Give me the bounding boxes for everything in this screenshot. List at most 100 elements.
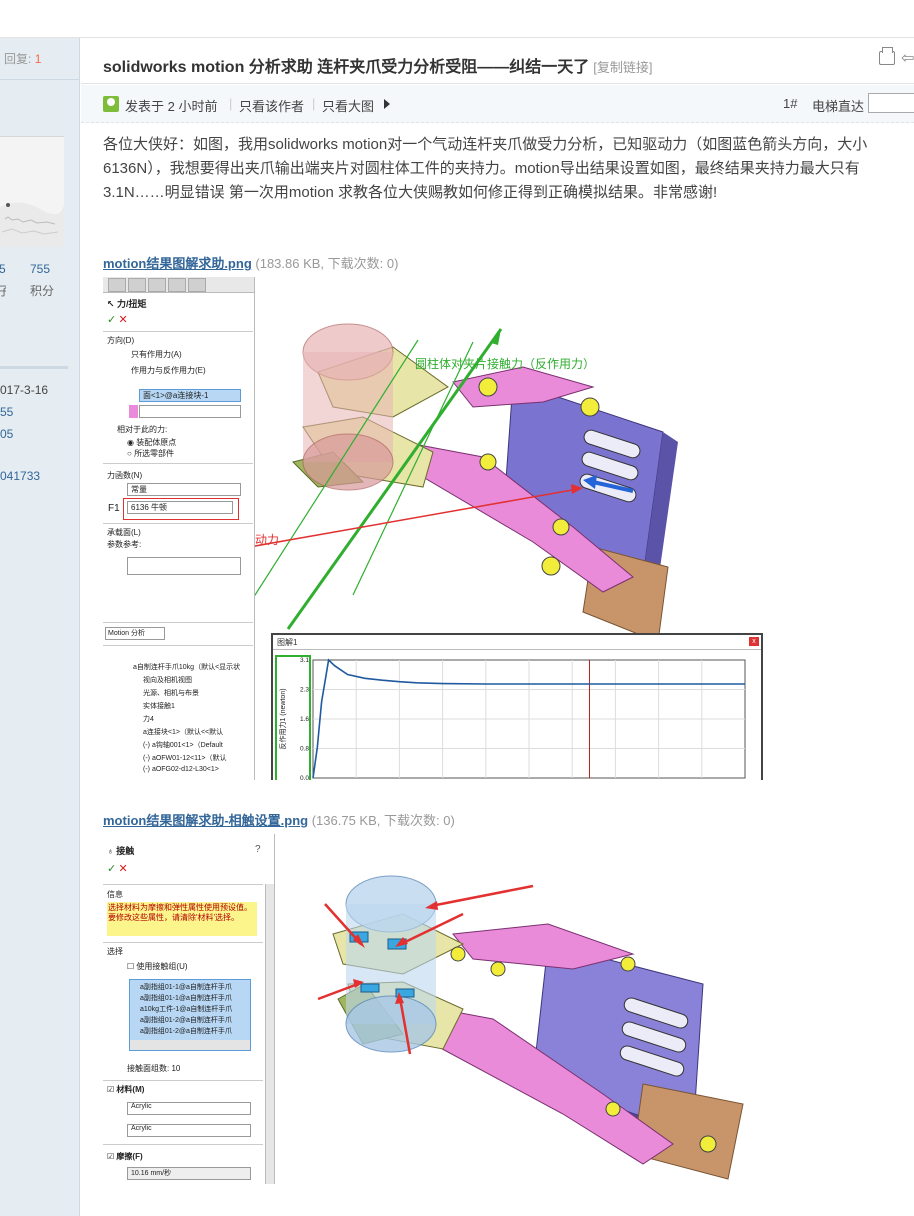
- print-icon[interactable]: [879, 47, 895, 65]
- info-label: 信息: [107, 890, 123, 899]
- stat-points-value[interactable]: 755: [30, 262, 50, 276]
- top-bar: [0, 0, 914, 38]
- material-select-1[interactable]: Acrylic: [127, 1102, 251, 1115]
- friction-label[interactable]: ☑ 摩擦(F): [107, 1151, 143, 1162]
- contact-force-annotation: 圆柱体对夹片接触力（反作用力）: [415, 357, 596, 371]
- online-status-icon: [103, 96, 119, 112]
- attachment-link-2[interactable]: motion结果图解求助-相触设置.png: [103, 813, 308, 828]
- only-big-image-link[interactable]: 只看大图: [322, 96, 374, 115]
- contact-property-panel: ♁ 接触 ? ✓ ✕ 信息 选择材料为摩擦和弹性属性使用预设值。要修改这些属性，…: [103, 834, 275, 1184]
- reply-number: 1: [34, 52, 42, 66]
- tab-display[interactable]: [188, 278, 206, 292]
- page-title: solidworks motion 分析求助 连杆夹爪受力分析受阻——纠结一天了…: [103, 53, 652, 77]
- help-icon[interactable]: ?: [255, 844, 261, 855]
- tree-item[interactable]: (-) a钩轴001<1>（Default: [143, 740, 223, 750]
- force-chart: 0.00 0.50 1.00 1.50 2.00 2.50 3.00 3.50 4.00 4.50…: [278, 657, 746, 780]
- graph-title: 图解1: [277, 638, 298, 647]
- contact-group-checkbox[interactable]: ☐ 使用接触组(U): [127, 961, 188, 972]
- cancel-icon[interactable]: ✕: [118, 863, 127, 875]
- motion-study-select[interactable]: Motion 分析: [105, 627, 165, 640]
- cancel-icon[interactable]: ✕: [118, 314, 127, 326]
- select-label: 选择: [107, 947, 123, 956]
- back-icon[interactable]: ⇦: [901, 48, 914, 68]
- graph-window[interactable]: 图解1 x 0.00 0.50 1.00 1.50 2.00 2.50 3.00 3.50 4.…: [271, 633, 763, 780]
- list-item[interactable]: a副指组01-1@a自制连杆手爪: [140, 993, 232, 1003]
- copy-link[interactable]: [复制链接]: [593, 60, 652, 75]
- ok-icon[interactable]: ✓: [107, 314, 116, 326]
- tree-item[interactable]: 光源、相机与布景: [143, 688, 199, 698]
- close-icon[interactable]: x: [749, 637, 759, 646]
- param-ref-box[interactable]: [127, 557, 241, 575]
- divider: [103, 645, 253, 646]
- list-item[interactable]: a10kg工件-1@a自制连杆手爪: [140, 1004, 232, 1014]
- divider: [103, 331, 253, 332]
- panel-scrollbar[interactable]: [265, 884, 274, 1184]
- force-function-label: 力函数(N): [107, 471, 143, 480]
- material-label[interactable]: ☑ 材料(M): [107, 1084, 144, 1095]
- only-author-link[interactable]: 只看该作者: [239, 96, 304, 115]
- second-selection-box[interactable]: [139, 405, 241, 418]
- register-date: 017-3-16: [0, 383, 49, 397]
- divider: [103, 1080, 263, 1081]
- radio-assembly[interactable]: ◉ 装配体原点: [127, 437, 176, 448]
- reply-label: 回复:: [4, 52, 32, 66]
- attachment-meta-1: (183.86 KB, 下载次数: 0): [255, 256, 399, 271]
- title-row: solidworks motion 分析求助 连杆夹爪受力分析受阻——纠结一天了…: [81, 38, 914, 84]
- attachment-image-2[interactable]: ♁ 接触 ? ✓ ✕ 信息 选择材料为摩擦和弹性属性使用预设值。要修改这些属性，…: [103, 834, 766, 1184]
- action-only-option[interactable]: 只有作用力(A): [131, 349, 182, 360]
- direction-label: 方向(D): [107, 336, 135, 345]
- attachment-image-1[interactable]: 圆柱体对夹片接触力（反作用力） 驱动力 ↖ 力/扭矩 ✓ ✕ 方向(D) 只有作…: [103, 277, 766, 780]
- attachment-meta-2: (136.75 KB, 下载次数: 0): [311, 813, 455, 828]
- post-time: 发表于 2 小时前: [125, 99, 218, 114]
- face-selection-box[interactable]: 面<1>@a连接块-1: [139, 389, 241, 402]
- post-meta: 发表于 2 小时前 | 只看该作者 | 只看大图 1# 电梯直达: [81, 85, 914, 123]
- material-select-2[interactable]: Acrylic: [127, 1124, 251, 1137]
- tree-item[interactable]: (-) aOFW01-12<11>（默认: [143, 753, 227, 763]
- info-value-3: 041733: [0, 469, 41, 483]
- pink-swatch: [129, 405, 138, 418]
- tab-dim[interactable]: [168, 278, 186, 292]
- tab-feature[interactable]: [108, 278, 126, 292]
- selection-list[interactable]: a副指组01-1@a自制连杆手爪 a副指组01-1@a自制连杆手爪 a10kg工…: [129, 979, 251, 1051]
- info-value-2: 05: [0, 427, 14, 441]
- avatar[interactable]: [0, 136, 64, 247]
- author-sidebar: 回复: 1 5 755 子 积分 017-3-16 55 05 041733: [0, 38, 80, 1216]
- post-body: 各位大侠好：如图，我用solidworks motion对一个气动连杆夹爪做受力…: [103, 136, 868, 201]
- horizontal-scrollbar[interactable]: [130, 1040, 250, 1050]
- divider: [103, 463, 253, 464]
- load-face-label: 承载面(L): [107, 528, 141, 537]
- thread-title: solidworks motion 分析求助 连杆夹爪受力分析受阻——纠结一天了: [103, 59, 590, 76]
- friction-input[interactable]: 10.16 mm/秒: [127, 1167, 251, 1180]
- tree-item[interactable]: a连接块<1>（默认<<默认: [143, 727, 223, 737]
- tree-item[interactable]: 力4: [143, 714, 154, 724]
- tab-config[interactable]: [148, 278, 166, 292]
- sidebar-divider: [0, 366, 68, 369]
- stat-points-label: 积分: [30, 284, 55, 298]
- drive-force-highlight: [123, 498, 239, 520]
- tree-item[interactable]: 视向及相机视图: [143, 675, 192, 685]
- info-value-1: 55: [0, 405, 14, 419]
- attachment-link-1[interactable]: motion结果图解求助.png: [103, 256, 252, 271]
- tab-property[interactable]: [128, 278, 146, 292]
- force-function-select[interactable]: 常量: [127, 483, 241, 496]
- elevator-input[interactable]: [868, 93, 914, 113]
- post-main: solidworks motion 分析求助 连杆夹爪受力分析受阻——纠结一天了…: [81, 38, 914, 1216]
- ok-icon[interactable]: ✓: [107, 863, 116, 875]
- tree-item[interactable]: a自制连杆手爪10kg（默认<显示状: [133, 662, 240, 672]
- contact-count: 接触面组数: 10: [127, 1064, 181, 1073]
- divider: [103, 523, 253, 524]
- panel-title: ↖ 力/扭矩: [107, 299, 147, 309]
- relative-label: 相对于此的力:: [117, 425, 168, 434]
- tree-item[interactable]: 实体接触1: [143, 701, 175, 711]
- list-item[interactable]: a副指组01-2@a自制连杆手爪: [140, 1026, 232, 1036]
- list-item[interactable]: a副指组01-1@a自制连杆手爪: [140, 982, 232, 992]
- confirm-row: ✓ ✕: [107, 313, 128, 326]
- tree-item[interactable]: (-) aOFG02-d12-L30<1>: [143, 766, 219, 773]
- stat-threads-label: 子: [0, 282, 6, 299]
- radio-component[interactable]: ○ 所选零部件: [127, 448, 174, 459]
- list-item[interactable]: a副指组01-2@a自制连杆手爪: [140, 1015, 232, 1025]
- action-reaction-option[interactable]: 作用力与反作用力(E): [131, 365, 206, 376]
- triangle-right-icon[interactable]: [384, 99, 390, 109]
- stat-threads-value[interactable]: 5: [0, 262, 9, 276]
- divider: [103, 1144, 263, 1145]
